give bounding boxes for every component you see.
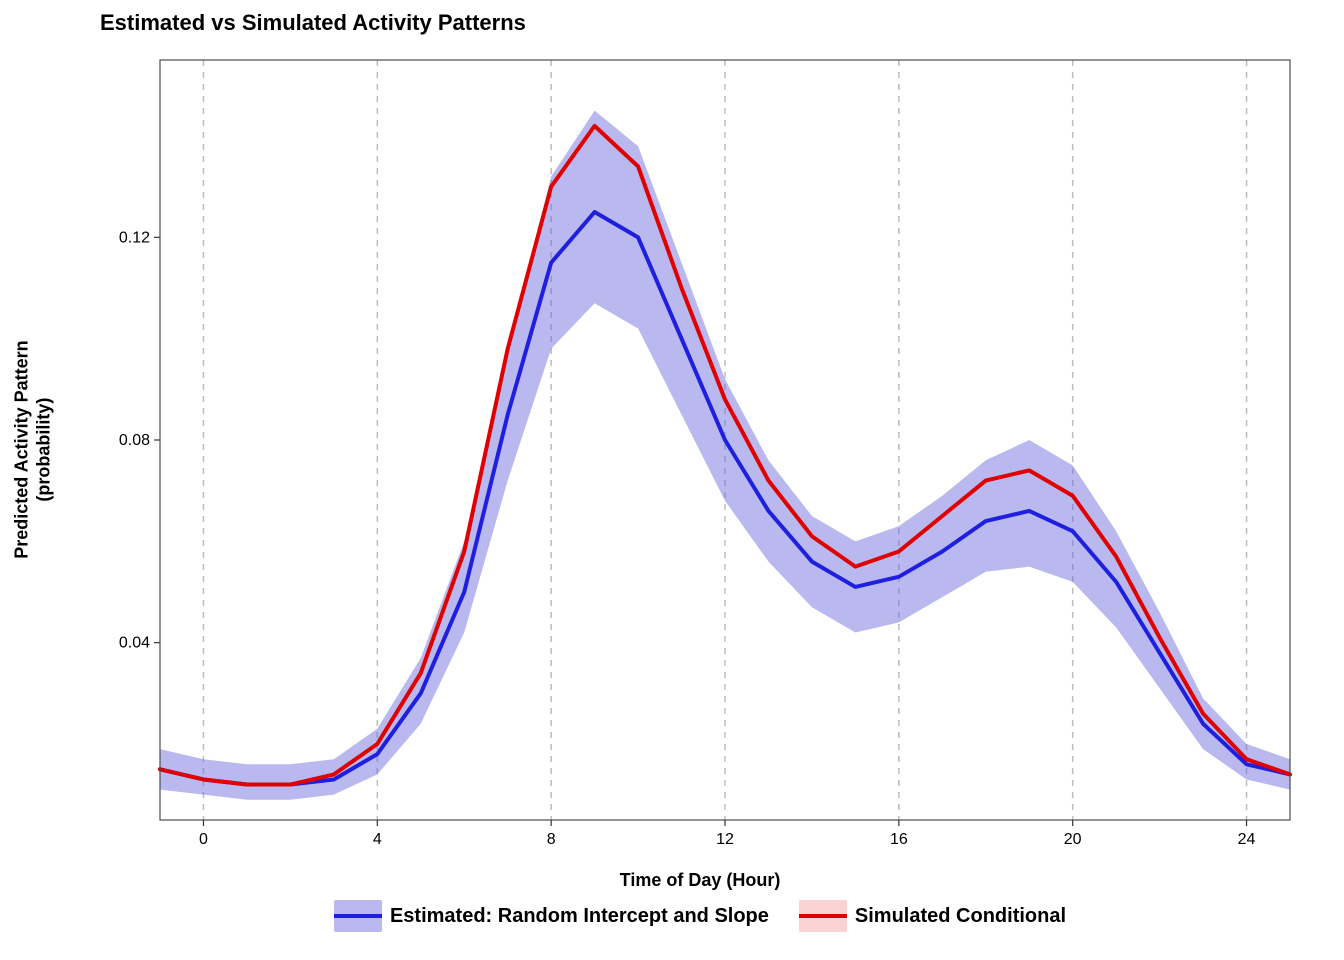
legend-label: Estimated: Random Intercept and Slope — [390, 905, 769, 928]
chart-title: Estimated vs Simulated Activity Patterns — [100, 10, 526, 36]
x-axis-label: Time of Day (Hour) — [100, 870, 1300, 891]
legend: Estimated: Random Intercept and Slope Sim… — [100, 900, 1300, 932]
legend-swatch — [799, 900, 847, 932]
x-tick-label: 24 — [1238, 831, 1256, 848]
legend-item: Simulated Conditional — [799, 900, 1066, 932]
legend-swatch — [334, 900, 382, 932]
x-tick-label: 0 — [199, 831, 208, 848]
chart-figure: Estimated vs Simulated Activity Patterns… — [0, 0, 1344, 960]
y-tick-label: 0.04 — [119, 635, 150, 652]
plot-area: 0 4 8 12 16 20 24 0.04 0.08 0.12 — [100, 50, 1300, 850]
x-tick-label: 16 — [890, 831, 908, 848]
legend-item: Estimated: Random Intercept and Slope — [334, 900, 769, 932]
y-tick-label: 0.12 — [119, 229, 150, 246]
x-tick-label: 12 — [716, 831, 734, 848]
y-tick-label: 0.08 — [119, 432, 150, 449]
x-tick-label: 20 — [1064, 831, 1082, 848]
x-tick-label: 8 — [547, 831, 556, 848]
legend-label: Simulated Conditional — [855, 905, 1066, 928]
x-tick-label: 4 — [373, 831, 382, 848]
y-axis-label: Predicted Activity Pattern(probability) — [11, 341, 54, 559]
